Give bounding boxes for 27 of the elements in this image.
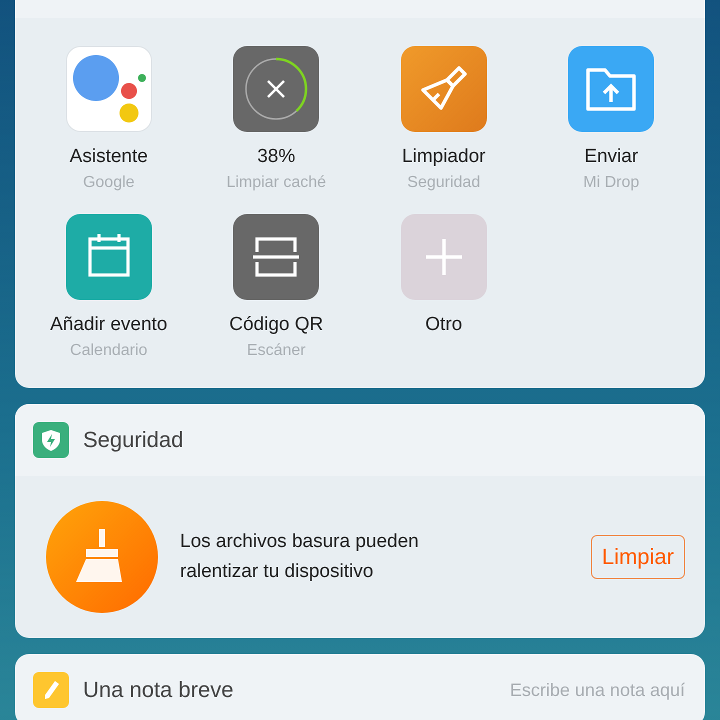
shortcut-sublabel: Google bbox=[82, 174, 135, 192]
calendar-icon[interactable] bbox=[66, 214, 152, 300]
shortcut-sublabel: Calendario bbox=[70, 342, 148, 360]
shortcut-sublabel: Limpiar caché bbox=[226, 174, 326, 192]
shortcut-label: Limpiador bbox=[402, 146, 486, 168]
cache-cleaner-icon[interactable] bbox=[233, 46, 320, 132]
pencil-icon bbox=[33, 672, 69, 708]
shortcut-sublabel: Seguridad bbox=[407, 174, 480, 192]
shortcut-label: Código QR bbox=[229, 314, 324, 336]
folder-upload-icon[interactable] bbox=[568, 46, 654, 132]
shortcut-label: 38% bbox=[257, 146, 296, 168]
shortcut-sublabel: Mi Drop bbox=[583, 174, 640, 192]
assistant-icon[interactable] bbox=[66, 46, 152, 132]
card-title: Una nota breve bbox=[83, 677, 234, 703]
broom-icon bbox=[46, 501, 158, 613]
card-title: Seguridad bbox=[83, 427, 184, 453]
brush-icon[interactable] bbox=[400, 46, 487, 132]
shortcut-label: Asistente bbox=[70, 146, 148, 168]
note-field[interactable]: Escribe una nota aquí bbox=[483, 678, 687, 702]
shortcut-label: Otro bbox=[425, 314, 462, 336]
junk-files-message: Los archivos basura pueden ralentizar tu dispositivo bbox=[180, 530, 420, 584]
clean-button[interactable]: Limpiar bbox=[590, 535, 685, 579]
shield-icon bbox=[33, 422, 69, 458]
shortcut-sublabel: Escáner bbox=[246, 342, 306, 360]
scanner-icon[interactable] bbox=[233, 214, 320, 300]
shortcut-label: Añadir evento bbox=[50, 314, 168, 336]
shortcut-label: Enviar bbox=[584, 146, 638, 168]
